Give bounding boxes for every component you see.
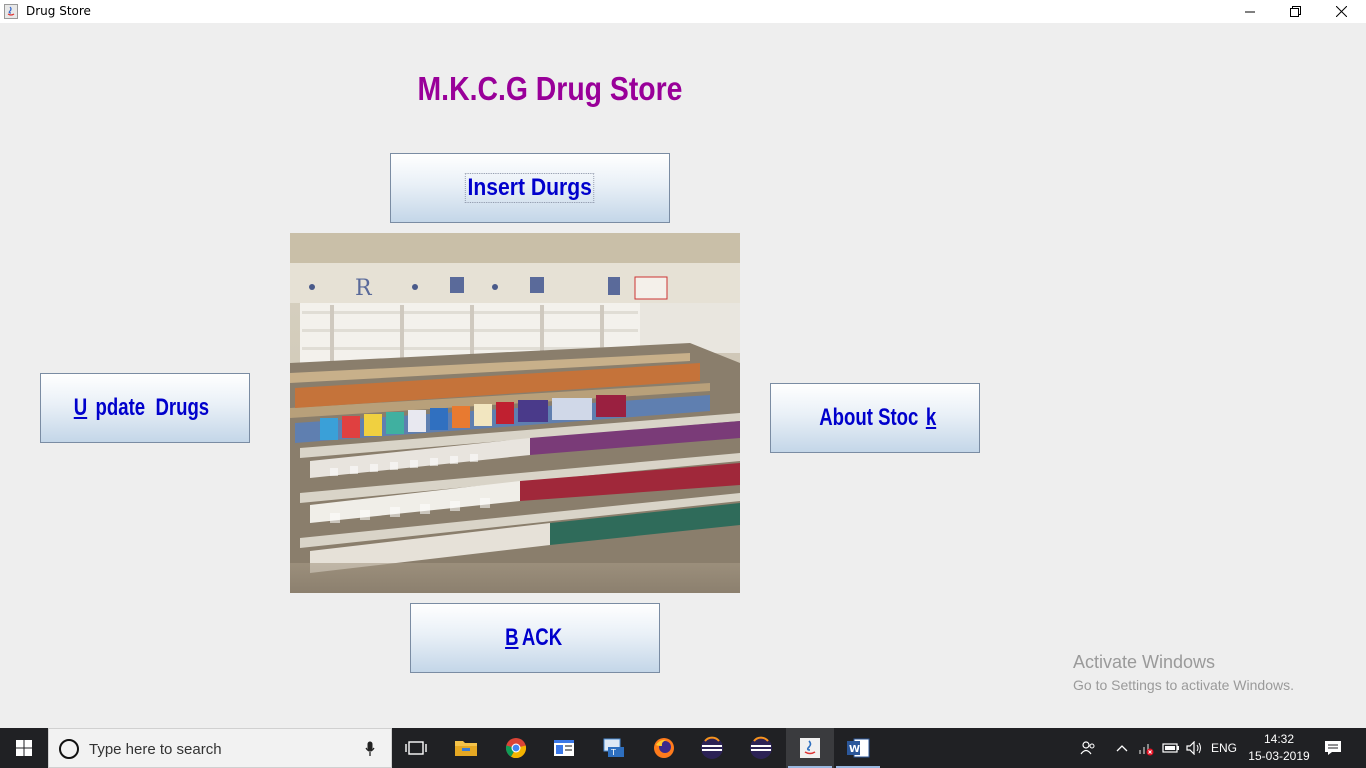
svg-text:R: R	[355, 276, 373, 301]
pharmacy-shelves-image: R	[290, 233, 740, 593]
store-photo: R	[290, 233, 740, 593]
back-label-rest: ACK	[522, 624, 563, 651]
app-window-icon	[554, 740, 574, 756]
title-bar: Drug Store	[0, 0, 1366, 23]
update-drugs-button[interactable]: Update Drugs	[40, 373, 250, 443]
clock[interactable]: 14:32 15-03-2019	[1244, 731, 1314, 765]
microphone-icon[interactable]	[365, 741, 375, 757]
firefox-button[interactable]	[640, 728, 688, 768]
taskbar-search[interactable]: Type here to search	[48, 728, 392, 768]
java-icon	[800, 738, 820, 758]
windows-logo-icon	[16, 740, 32, 756]
close-icon	[1335, 6, 1347, 17]
action-center-button[interactable]	[1318, 728, 1348, 768]
about-stock-label: About Stoc k	[813, 404, 937, 432]
show-hidden-icons-button[interactable]	[1112, 728, 1132, 768]
clock-time: 14:32	[1263, 732, 1295, 746]
about-mnemonic: k	[926, 404, 937, 431]
network-disconnected-icon	[1139, 744, 1154, 756]
minimize-icon	[1245, 11, 1255, 12]
clock-date: 15-03-2019	[1248, 749, 1310, 763]
eclipse-icon	[701, 736, 723, 759]
restore-button[interactable]	[1272, 0, 1318, 23]
battery-icon	[1162, 743, 1179, 753]
taskbar: Type here to search T W ENG 14:32 15-03-…	[0, 728, 1366, 768]
task-view-button[interactable]	[392, 728, 440, 768]
network-status-button[interactable]	[1136, 728, 1156, 768]
start-button[interactable]	[0, 728, 48, 768]
network-app-button[interactable]: T	[590, 728, 638, 768]
watermark-title: Activate Windows	[1073, 652, 1216, 672]
update-label-rest: pdate Drugs	[95, 394, 210, 421]
chrome-button[interactable]	[492, 728, 540, 768]
input-language-button[interactable]: ENG	[1208, 728, 1240, 768]
battery-button[interactable]	[1160, 728, 1182, 768]
firefox-icon	[654, 738, 674, 758]
notification-icon	[1325, 741, 1341, 755]
insert-drugs-button[interactable]: Insert Durgs	[390, 153, 670, 223]
search-placeholder: Type here to search	[89, 741, 222, 758]
page-title: M.K.C.G Drug Store	[417, 70, 683, 107]
people-button[interactable]	[1076, 728, 1100, 768]
about-label-start: About Stoc	[819, 404, 919, 431]
chrome-icon	[505, 738, 527, 759]
back-label: B ACK	[504, 624, 565, 652]
close-button[interactable]	[1318, 0, 1364, 23]
chevron-up-icon	[1116, 745, 1128, 752]
speaker-icon	[1186, 741, 1201, 755]
eclipse-icon	[750, 736, 772, 759]
word-icon: W	[847, 738, 870, 758]
about-stock-button[interactable]: About Stoc k	[770, 383, 980, 453]
svg-text:W: W	[849, 744, 860, 755]
cortana-icon	[59, 739, 79, 759]
svg-text:T: T	[610, 748, 616, 757]
update-drugs-label: Update Drugs	[73, 394, 217, 422]
back-button[interactable]: B ACK	[410, 603, 660, 673]
activation-watermark: Activate Windows Go to Settings to activ…	[1073, 652, 1294, 693]
java-app-icon	[4, 4, 18, 19]
window-title: Drug Store	[26, 4, 91, 18]
volume-button[interactable]	[1184, 728, 1206, 768]
file-explorer-button[interactable]	[442, 728, 490, 768]
word-button[interactable]: W	[834, 728, 882, 768]
task-view-icon	[405, 741, 427, 755]
insert-drugs-label: Insert Durgs	[465, 173, 595, 203]
network-app-icon: T	[603, 738, 624, 757]
people-icon	[1080, 741, 1095, 755]
watermark-subtitle: Go to Settings to activate Windows.	[1073, 677, 1294, 693]
app-window-button[interactable]	[540, 728, 588, 768]
restore-icon	[1289, 6, 1301, 17]
folder-icon	[455, 741, 477, 756]
eclipse-button[interactable]	[688, 728, 736, 768]
back-mnemonic: B	[505, 624, 519, 651]
java-app-button[interactable]	[786, 728, 834, 768]
minimize-button[interactable]	[1227, 0, 1273, 23]
update-mnemonic: U	[73, 394, 88, 421]
eclipse-button-2[interactable]	[737, 728, 785, 768]
